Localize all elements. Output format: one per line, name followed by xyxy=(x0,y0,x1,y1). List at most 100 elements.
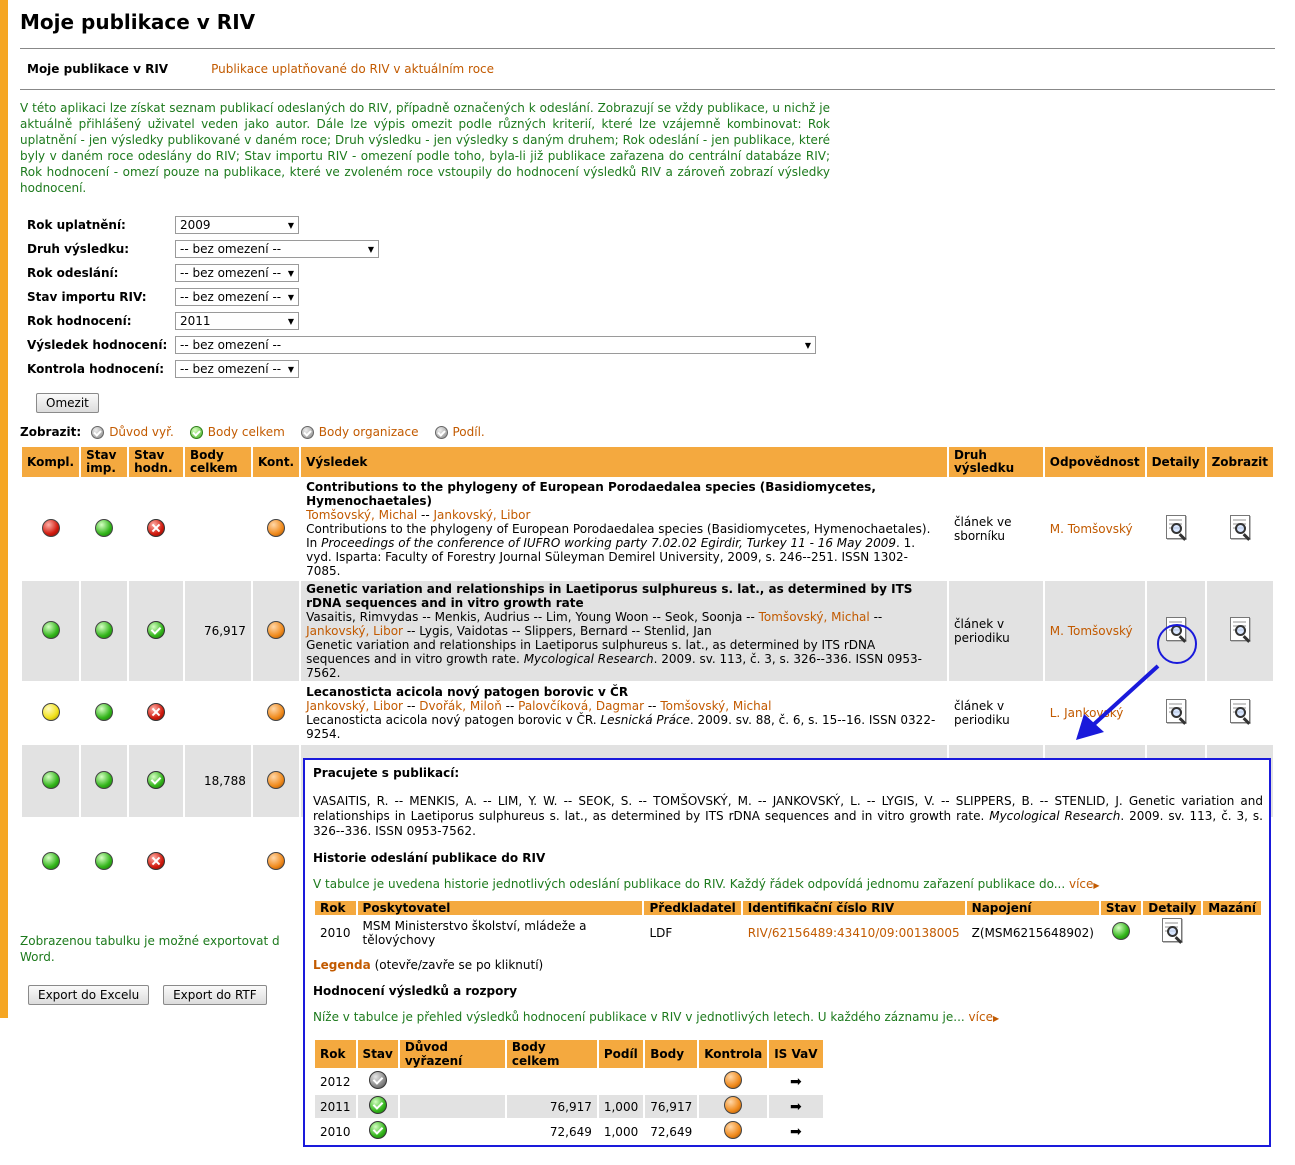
filter-kontrola-hodnoceni: Kontrola hodnocení: -- bez omezení -- ▼ xyxy=(27,357,1275,381)
filter-rok-uplatneni: Rok uplatnění: 2009 ▼ xyxy=(27,213,1275,237)
hist-napojeni: Z(MSM6215648902) xyxy=(971,925,1094,940)
table-row: 2011 76,917 1,000 76,917 ➡ xyxy=(315,1095,823,1118)
select-value: -- bez omezení -- xyxy=(180,242,282,256)
check-icon xyxy=(300,425,314,439)
col-header: Rok xyxy=(315,1040,356,1068)
table-row: 2012 ➡ xyxy=(315,1070,823,1093)
kontrola-hodnoceni-select[interactable]: -- bez omezení -- ▼ xyxy=(175,360,299,378)
col-header: Předkladatel xyxy=(644,901,741,915)
display-option-podil[interactable]: Podíl. xyxy=(434,425,485,439)
hist-predkladatel: LDF xyxy=(649,925,673,940)
select-value: -- bez omezení -- xyxy=(180,338,282,352)
responsibility-link[interactable]: M. Tomšovský xyxy=(1045,479,1145,579)
eval-duvod xyxy=(400,1070,505,1093)
arrow-right-icon[interactable]: ➡ xyxy=(790,1099,802,1115)
eval-body-celkem: 76,917 xyxy=(506,1095,597,1118)
vysledek-hodnoceni-select[interactable]: -- bez omezení -- ▼ xyxy=(175,336,816,354)
popup-heading: Pracujete s publikací: xyxy=(313,766,460,780)
col-stav-hodn: Stav hodn. xyxy=(129,447,184,477)
publication-detail-popup: Pracujete s publikací: VASAITIS, R. -- M… xyxy=(303,758,1271,1147)
citation-source: Lesnická Práce xyxy=(600,713,690,727)
detail-magnifier-icon[interactable] xyxy=(1164,698,1188,725)
detail-magnifier-icon[interactable] xyxy=(1160,918,1184,944)
view-magnifier-icon[interactable] xyxy=(1228,616,1252,643)
author-link[interactable]: Tomšovský, Michal xyxy=(759,610,870,624)
status-green-icon xyxy=(95,620,114,639)
author-link[interactable]: Jankovský, Libor xyxy=(306,699,403,713)
status-red-icon xyxy=(41,518,60,537)
history-note: V tabulce je uvedena historie jednotlivý… xyxy=(313,877,1263,891)
more-link[interactable]: více xyxy=(969,1010,993,1024)
rok-hodnoceni-select[interactable]: 2011 ▼ xyxy=(175,312,299,330)
eval-duvod xyxy=(399,1095,505,1118)
rok-uplatneni-select[interactable]: 2009 ▼ xyxy=(175,216,299,234)
export-buttons: Export do Excelu Export do RTF xyxy=(28,985,267,1005)
display-option-body-organizace[interactable]: Body organizace xyxy=(300,425,419,439)
legend-row: Legenda (otevře/zavře se po kliknutí) xyxy=(313,958,1263,972)
tab-moje-publikace[interactable]: Moje publikace v RIV xyxy=(27,62,168,76)
col-header: Detaily xyxy=(1143,901,1202,915)
export-rtf-button[interactable]: Export do RTF xyxy=(163,985,267,1005)
legend-link[interactable]: Legenda xyxy=(313,958,371,972)
author-link[interactable]: Jankovský, Libor xyxy=(306,624,403,638)
citation-source: Mycological Research xyxy=(523,652,654,666)
select-value: -- bez omezení -- xyxy=(180,362,282,376)
legend-note: (otevře/zavře se po kliknutí) xyxy=(370,958,544,972)
author-link[interactable]: Dvořák, Miloň xyxy=(419,699,502,713)
chevron-down-icon: ▼ xyxy=(287,220,294,230)
divider xyxy=(20,89,1275,90)
control-icon xyxy=(724,1071,743,1089)
col-header: Podíl xyxy=(598,1040,644,1068)
triangle-right-icon: ▶ xyxy=(992,1014,1000,1023)
option-label: Podíl. xyxy=(452,425,485,439)
export-excel-button[interactable]: Export do Excelu xyxy=(28,985,150,1005)
display-option-body-celkem[interactable]: Body celkem xyxy=(189,425,285,439)
author-link[interactable]: Palovčíková, Dagmar xyxy=(518,699,644,713)
col-header: Mazání xyxy=(1203,901,1261,915)
display-option-duvod[interactable]: Důvod vyř. xyxy=(91,425,174,439)
control-icon xyxy=(724,1121,743,1139)
more-link[interactable]: více xyxy=(1069,877,1093,891)
hist-rok: 2010 xyxy=(320,925,351,940)
riv-id-link[interactable]: RIV/62156489:43410/09:00138005 xyxy=(743,917,965,948)
col-header: Stav xyxy=(357,1040,398,1068)
author-link[interactable]: Tomšovský, Michal xyxy=(660,699,771,713)
rok-odeslani-select[interactable]: -- bez omezení -- ▼ xyxy=(175,264,299,282)
eval-body xyxy=(645,1070,697,1093)
col-header: Body celkem xyxy=(506,1040,597,1068)
arrow-right-icon[interactable]: ➡ xyxy=(790,1124,802,1140)
omezit-button[interactable]: Omezit xyxy=(36,393,99,413)
select-value: -- bez omezení -- xyxy=(180,290,282,304)
authors-text: Vasaitis, Rimvydas -- Menkis, Audrius --… xyxy=(306,610,759,624)
history-table: Rok Poskytovatel Předkladatel Identifika… xyxy=(313,899,1263,950)
status-green-icon xyxy=(95,518,114,537)
druh-value: článek v periodiku xyxy=(948,581,1043,681)
author-link[interactable]: Tomšovský, Michal xyxy=(306,508,417,522)
option-label: Důvod vyř. xyxy=(109,425,174,439)
col-header: Napojení xyxy=(966,901,1099,915)
druh-vysledku-select[interactable]: -- bez omezení -- ▼ xyxy=(175,240,379,258)
eval-body: 76,917 xyxy=(645,1095,698,1118)
tab-aktualni-rok[interactable]: Publikace uplatňované do RIV v aktuálním… xyxy=(211,62,494,76)
rejected-icon xyxy=(147,518,166,537)
control-icon xyxy=(724,1096,743,1114)
control-icon xyxy=(267,851,286,870)
arrow-right-icon[interactable]: ➡ xyxy=(790,1074,802,1090)
result-title: Lecanosticta acicola nový patogen borovi… xyxy=(306,685,629,699)
filter-label: Výsledek hodnocení: xyxy=(27,338,168,352)
status-yellow-icon xyxy=(41,702,60,721)
control-icon xyxy=(267,518,286,537)
col-header: Body xyxy=(645,1040,698,1068)
detail-magnifier-icon[interactable] xyxy=(1164,514,1188,541)
author-link[interactable]: Jankovský, Libor xyxy=(434,508,531,522)
option-label: Body organizace xyxy=(318,425,419,439)
view-magnifier-icon[interactable] xyxy=(1228,514,1252,541)
col-druh: Druh výsledku xyxy=(948,447,1043,477)
view-magnifier-icon[interactable] xyxy=(1228,698,1252,725)
col-zobrazit: Zobrazit xyxy=(1206,447,1273,477)
triangle-right-icon: ▶ xyxy=(1093,881,1100,890)
history-note-text: V tabulce je uvedena historie jednotlivý… xyxy=(313,877,1066,891)
stav-importu-select[interactable]: -- bez omezení -- ▼ xyxy=(175,288,299,306)
eval-podil xyxy=(599,1070,643,1093)
eval-rok: 2012 xyxy=(320,1074,351,1089)
